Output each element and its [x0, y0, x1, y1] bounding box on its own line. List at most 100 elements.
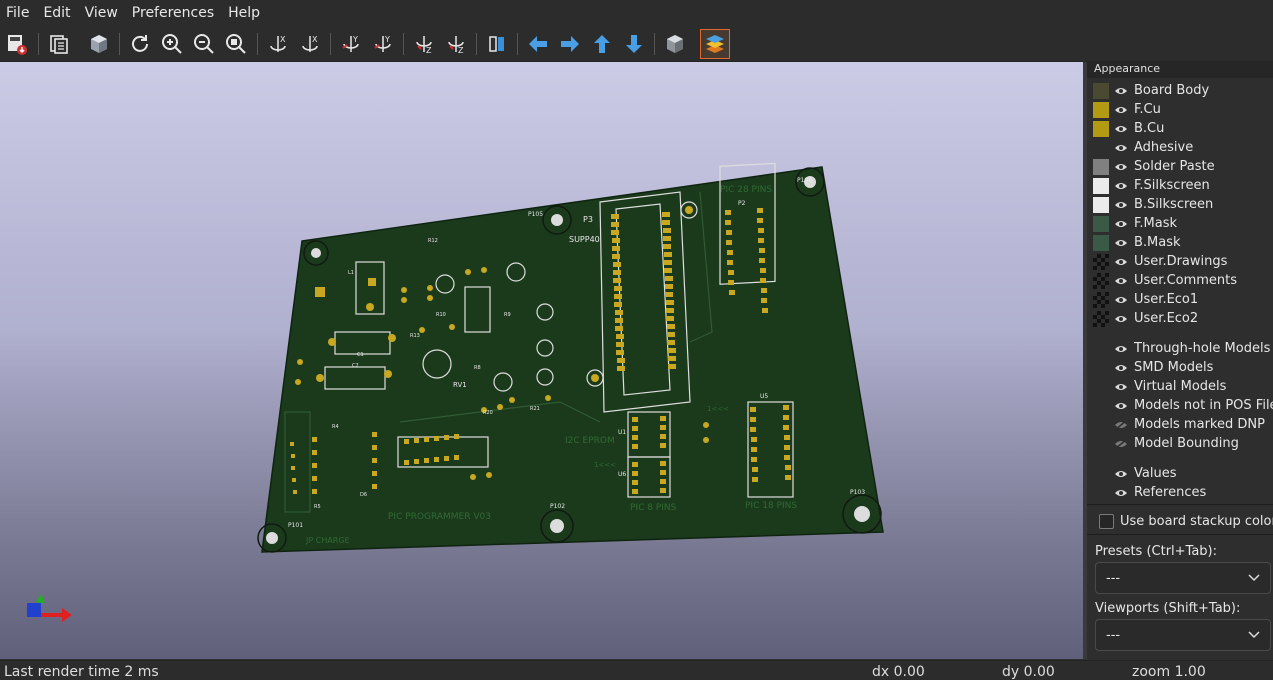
board-label: I2C EPROM — [565, 436, 615, 446]
extra-label: References — [1134, 485, 1207, 500]
zoom-readout: zoom 1.00 — [1132, 664, 1206, 680]
board-label: R21 — [530, 406, 540, 412]
eye-icon[interactable] — [1113, 294, 1128, 306]
board-label: R5 — [314, 504, 321, 510]
rotate-y-ccw-icon[interactable]: Y — [369, 30, 397, 58]
eye-off-icon[interactable] — [1113, 419, 1128, 431]
layer-color-swatch[interactable] — [1093, 234, 1109, 251]
layer-row-f-silkscreen[interactable]: F.Silkscreen — [1093, 176, 1210, 195]
layer-row-b-silkscreen[interactable]: B.Silkscreen — [1093, 195, 1213, 214]
eye-icon[interactable] — [1113, 381, 1128, 393]
viewports-label: Viewports (Shift+Tab): — [1095, 601, 1241, 616]
stackup-colors-toggle[interactable]: Use board stackup colors — [1099, 514, 1273, 529]
eye-icon[interactable] — [1113, 400, 1128, 412]
layer-color-swatch[interactable] — [1093, 272, 1109, 289]
layer-row-f-cu[interactable]: F.Cu — [1093, 100, 1161, 119]
layer-color-swatch[interactable] — [1093, 196, 1109, 213]
move-down-icon[interactable] — [620, 30, 648, 58]
layer-color-swatch[interactable] — [1093, 291, 1109, 308]
layer-color-swatch[interactable] — [1093, 253, 1109, 270]
layer-row-solder-paste[interactable]: Solder Paste — [1093, 157, 1215, 176]
layers-manager-icon[interactable] — [700, 29, 730, 59]
rotate-x-cw-icon[interactable]: X — [264, 30, 292, 58]
board-label: U6 — [618, 471, 626, 478]
eye-icon[interactable] — [1113, 161, 1128, 173]
layer-color-swatch[interactable] — [1093, 215, 1109, 232]
rotate-z-cw-icon[interactable]: Z — [410, 30, 438, 58]
layer-color-swatch[interactable] — [1093, 310, 1109, 327]
menu-view[interactable]: View — [78, 0, 125, 27]
layer-row-f-mask[interactable]: F.Mask — [1093, 214, 1177, 233]
layer-color-swatch[interactable] — [1093, 177, 1109, 194]
raytrace-icon[interactable] — [85, 30, 113, 58]
menu-help[interactable]: Help — [221, 0, 267, 27]
stackup-label: Use board stackup colors — [1120, 514, 1273, 529]
layer-color-swatch[interactable] — [1093, 140, 1109, 156]
move-up-icon[interactable] — [588, 30, 616, 58]
menu-edit[interactable]: Edit — [36, 0, 77, 27]
move-left-icon[interactable] — [524, 30, 552, 58]
eye-icon[interactable] — [1113, 142, 1128, 154]
model-row-smd-models[interactable]: SMD Models — [1113, 358, 1213, 377]
model-row-model-bounding[interactable]: Model Bounding — [1113, 434, 1239, 453]
layer-row-adhesive[interactable]: Adhesive — [1093, 138, 1193, 157]
copy-image-icon[interactable] — [45, 30, 73, 58]
layer-color-swatch[interactable] — [1093, 120, 1109, 137]
eye-icon[interactable] — [1113, 199, 1128, 211]
eye-icon[interactable] — [1113, 313, 1128, 325]
eye-icon[interactable] — [1113, 104, 1128, 116]
extra-row-references[interactable]: References — [1113, 483, 1206, 502]
zoom-in-icon[interactable] — [158, 30, 186, 58]
eye-icon[interactable] — [1113, 218, 1128, 230]
rotate-z-ccw-icon[interactable]: Z — [442, 30, 470, 58]
eye-icon[interactable] — [1113, 362, 1128, 374]
extra-row-values[interactable]: Values — [1113, 464, 1176, 483]
layer-row-user-eco1[interactable]: User.Eco1 — [1093, 290, 1198, 309]
viewports-select[interactable]: --- — [1095, 619, 1271, 651]
eye-icon[interactable] — [1113, 256, 1128, 268]
chevron-down-icon — [1248, 571, 1260, 586]
eye-icon[interactable] — [1113, 487, 1128, 499]
layer-row-user-comments[interactable]: User.Comments — [1093, 271, 1237, 290]
status-bar: Last render time 2 ms dx 0.00 dy 0.00 zo… — [0, 660, 1273, 680]
layer-color-swatch[interactable] — [1093, 101, 1109, 118]
layer-row-b-cu[interactable]: B.Cu — [1093, 119, 1164, 138]
extra-label: Values — [1134, 466, 1177, 481]
eye-icon[interactable] — [1113, 180, 1128, 192]
menu-preferences[interactable]: Preferences — [125, 0, 221, 27]
eye-icon[interactable] — [1113, 343, 1128, 355]
model-row-models-marked-dnp[interactable]: Models marked DNP — [1113, 415, 1265, 434]
eye-icon[interactable] — [1113, 237, 1128, 249]
svg-text:Y: Y — [352, 35, 358, 44]
layer-color-swatch[interactable] — [1093, 82, 1109, 99]
layer-row-user-drawings[interactable]: User.Drawings — [1093, 252, 1227, 271]
model-row-models-not-in-pos-file[interactable]: Models not in POS File — [1113, 396, 1273, 415]
rotate-x-ccw-icon[interactable]: X — [296, 30, 324, 58]
layer-label: User.Comments — [1134, 273, 1238, 288]
layer-row-board-body[interactable]: Board Body — [1093, 81, 1209, 100]
eye-icon[interactable] — [1113, 468, 1128, 480]
menu-file[interactable]: File — [0, 0, 36, 27]
export-icon[interactable] — [3, 30, 31, 58]
ortho-icon[interactable] — [661, 30, 689, 58]
3d-viewport[interactable]: P3 SUPP40 PIC 28 PINS P104 P105 P101 P10… — [0, 62, 1083, 659]
layer-row-user-eco2[interactable]: User.Eco2 — [1093, 309, 1198, 328]
move-right-icon[interactable] — [556, 30, 584, 58]
presets-select[interactable]: --- — [1095, 562, 1271, 594]
board-label: PIC 8 PINS — [630, 503, 677, 513]
rotate-y-cw-icon[interactable]: Y — [337, 30, 365, 58]
eye-icon[interactable] — [1113, 275, 1128, 287]
layer-color-swatch[interactable] — [1093, 158, 1109, 175]
stackup-checkbox[interactable] — [1099, 514, 1114, 529]
model-row-through-hole-models[interactable]: Through-hole Models — [1113, 339, 1270, 358]
reload-icon[interactable] — [126, 30, 154, 58]
layer-row-b-mask[interactable]: B.Mask — [1093, 233, 1181, 252]
eye-icon[interactable] — [1113, 123, 1128, 135]
flip-board-icon[interactable] — [483, 30, 511, 58]
zoom-out-icon[interactable] — [190, 30, 218, 58]
eye-off-icon[interactable] — [1113, 438, 1128, 450]
zoom-fit-icon[interactable] — [222, 30, 250, 58]
board-label: P2 — [738, 200, 746, 207]
model-row-virtual-models[interactable]: Virtual Models — [1113, 377, 1226, 396]
eye-icon[interactable] — [1113, 85, 1128, 97]
